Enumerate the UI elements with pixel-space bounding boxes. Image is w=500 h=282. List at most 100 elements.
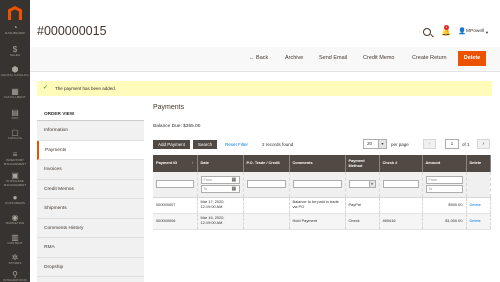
column-header-label: Check # xyxy=(382,160,398,166)
order-view-item-invoices[interactable]: Invoices xyxy=(37,160,144,180)
filter-date-cell: From ▦ To ▦ xyxy=(197,172,244,198)
nav-item-label: Customers xyxy=(4,201,25,205)
balance-due: Balance Due: $355.00 xyxy=(153,124,201,129)
next-page-button[interactable]: › xyxy=(477,139,490,149)
user-menu[interactable]: MPowell xyxy=(466,29,484,34)
checkmark-icon: ✓ xyxy=(43,85,49,91)
send-email-button[interactable]: Send Email xyxy=(319,55,347,61)
notification-badge[interactable]: 1 xyxy=(444,25,449,30)
cell-check: 465416 xyxy=(379,213,423,230)
chevron-down-icon[interactable]: ▼ xyxy=(485,30,489,35)
table-row[interactable]: 000000006 Mar 16, 2020, 12:19:00 AM Hold… xyxy=(153,213,491,230)
chevron-down-icon: ▼ xyxy=(378,140,386,148)
nav-item-purchase-management[interactable]: ▣ Purchase Management xyxy=(0,171,30,187)
order-view-item-dropship[interactable]: Dropship xyxy=(37,257,144,277)
filter-amount-to-input[interactable]: To xyxy=(425,184,463,193)
order-view-item-information[interactable]: Information xyxy=(37,121,144,141)
nav-item-sales[interactable]: $ Sales xyxy=(0,45,30,58)
column-header-amount[interactable]: Amount xyxy=(422,155,467,172)
filter-date-from-input[interactable]: From ▦ xyxy=(200,175,240,184)
per-page-select[interactable]: 20 ▼ xyxy=(363,139,387,149)
add-payment-button[interactable]: Add Payment xyxy=(153,140,190,149)
delete-link[interactable]: Delete xyxy=(470,202,481,207)
nav-item-stores[interactable]: ✲ Stores xyxy=(0,253,30,266)
page-total: of 1 xyxy=(462,142,470,147)
calendar-icon[interactable]: ▦ xyxy=(232,186,238,192)
column-header-delete[interactable]: Delete xyxy=(466,155,491,172)
nav-item-content[interactable]: ▥ Content xyxy=(0,233,30,246)
table-row[interactable]: 000000007 Mar 17, 2020, 12:19:00 AM Bala… xyxy=(153,197,491,214)
column-header-label: Payment Method xyxy=(348,157,365,168)
page-number-input[interactable]: 1 xyxy=(445,139,459,149)
cell-comments: Hold Payment xyxy=(289,213,346,230)
delete-link[interactable]: Delete xyxy=(470,218,481,223)
column-header-payment-id[interactable]: Payment ID ↑ xyxy=(153,155,198,172)
delete-button[interactable]: Delete xyxy=(458,51,486,66)
column-header-check-[interactable]: Check # xyxy=(379,155,423,172)
filter-comments-cell xyxy=(289,172,346,198)
reset-filter-link[interactable]: Reset Filter xyxy=(225,142,248,147)
credit-memo-button[interactable]: Credit Memo xyxy=(363,55,394,61)
records-found: 2 records found xyxy=(262,142,294,147)
nav-item-integrations[interactable]: ⚲ Integrations xyxy=(0,270,30,282)
cell-delete: Delete xyxy=(466,197,491,214)
order-view-item-rma[interactable]: RMA xyxy=(37,238,144,258)
search-icon[interactable] xyxy=(423,28,431,36)
order-view-item-credit-memos[interactable]: Credit Memos xyxy=(37,179,144,199)
magento-logo-icon[interactable] xyxy=(8,6,22,20)
nav-item-label: Catalog xyxy=(7,136,23,140)
previous-page-button[interactable]: ‹ xyxy=(423,139,436,149)
filter-amount-cell: From To xyxy=(422,172,467,198)
nav-item-catalog[interactable]: ▢ Catalog xyxy=(0,128,30,141)
nav-item-marketing[interactable]: ◉ Marketing xyxy=(0,213,30,226)
create-return-button[interactable]: Create Return xyxy=(412,55,447,61)
column-header-date[interactable]: Date xyxy=(197,155,244,172)
nav-item-label: Fulfillment xyxy=(4,95,26,99)
user-icon[interactable]: 👤 xyxy=(458,28,466,35)
column-header-label: P.O. Trade / Credit xyxy=(246,160,280,166)
nav-item-pos[interactable]: ▤ POS xyxy=(0,108,30,121)
nav-item-customers[interactable]: ● Customers xyxy=(0,193,30,206)
cell-po xyxy=(243,197,290,214)
column-header-p-o-trade-credit[interactable]: P.O. Trade / Credit xyxy=(243,155,290,172)
order-view-item-comments-history[interactable]: Comments History xyxy=(37,218,144,238)
cell-payment-id: 000000007 xyxy=(153,197,198,214)
nav-item-label: Marketing xyxy=(5,221,25,225)
archive-button[interactable]: Archive xyxy=(285,55,303,61)
back-button[interactable]: ← Back xyxy=(249,55,268,61)
chevron-down-icon: ▼ xyxy=(368,181,375,188)
cell-check xyxy=(379,197,423,214)
column-header-payment-method[interactable]: Payment Method xyxy=(345,155,380,172)
filter-method-select[interactable]: ▼ xyxy=(348,180,376,189)
payments-grid: Payment ID ↑ Date P.O. Trade / Credit Comme… xyxy=(153,155,491,230)
order-view-item-shipments[interactable]: Shipments xyxy=(37,199,144,219)
filter-check-cell xyxy=(379,172,423,198)
search-button[interactable]: Search xyxy=(193,140,217,149)
cell-delete: Delete xyxy=(466,213,491,230)
cell-amount: $900.00 xyxy=(422,197,467,214)
grid-header-row: Payment ID ↑ Date P.O. Trade / Credit Comme… xyxy=(153,155,491,172)
filter-amount-from-input[interactable]: From xyxy=(425,175,463,184)
filter-po-cell xyxy=(243,172,290,198)
filter-date-to-input[interactable]: To ▦ xyxy=(200,184,240,193)
nav-item-inventory-management[interactable]: ≡ Inventory Management xyxy=(0,150,30,166)
order-view-item-payments[interactable]: Payments xyxy=(37,140,144,160)
success-message-text: The payment has been added. xyxy=(55,86,117,91)
arrow-left-icon: ← xyxy=(249,55,257,61)
nav-item-fulfillment[interactable]: ▦ Fulfillment xyxy=(0,87,30,100)
nav-item-label: Content xyxy=(7,241,23,245)
filter-check-input[interactable] xyxy=(382,180,419,189)
nav-item-digital-catalog[interactable]: ⬢ Digital Catalog xyxy=(0,65,30,78)
nav-item-dashboard[interactable]: ◔ Dashboard xyxy=(0,23,30,36)
calendar-icon[interactable]: ▦ xyxy=(232,177,238,183)
filter-method-cell: ▼ xyxy=(345,172,380,198)
nav-item-label: Purchase Management xyxy=(3,179,27,187)
column-header-comments[interactable]: Comments xyxy=(289,155,346,172)
filter-delete-cell xyxy=(466,172,491,198)
order-view-title: Order View xyxy=(37,107,144,121)
filter-comments-input[interactable] xyxy=(292,180,342,189)
filter-po-input[interactable] xyxy=(246,180,286,189)
nav-item-label: Inventory Management xyxy=(3,158,27,166)
filter-payment-id-input[interactable] xyxy=(156,180,194,189)
nav-item-label: Digital Catalog xyxy=(1,73,29,77)
